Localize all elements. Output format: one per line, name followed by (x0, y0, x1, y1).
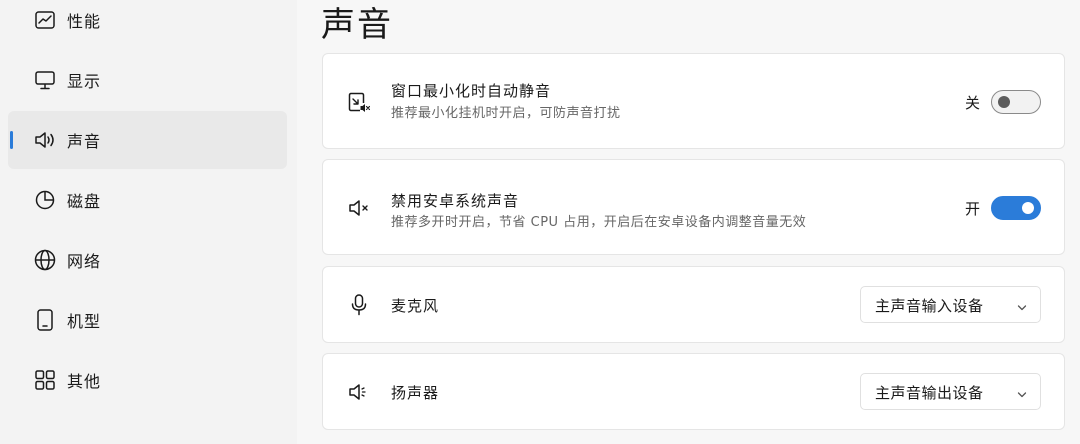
minimize-mute-description: 推荐最小化挂机时开启，可防声音打扰 (391, 106, 621, 121)
chevron-down-icon (1016, 386, 1028, 398)
sidebar-item-label: 其他 (67, 372, 102, 391)
speaker-selected-value: 主声音输出设备 (875, 384, 984, 402)
disable-android-sound-state-label: 开 (964, 200, 980, 218)
toggle-knob (998, 96, 1010, 108)
chevron-down-icon (1016, 299, 1028, 311)
speaker-icon (34, 129, 56, 151)
sidebar: 性能 显示 声音 磁盘 网络 机型 其他 (0, 0, 297, 444)
sidebar-item-label: 声音 (67, 132, 102, 151)
speaker-card: 扬声器 主声音输出设备 (322, 353, 1065, 430)
disable-android-sound-title: 禁用安卓系统声音 (391, 192, 520, 210)
pie-chart-icon (34, 189, 56, 211)
monitor-icon (34, 69, 56, 91)
microphone-icon (347, 293, 371, 317)
minimize-mute-title: 窗口最小化时自动静音 (391, 82, 552, 100)
sidebar-item-label: 显示 (67, 72, 102, 91)
sidebar-item-label: 网络 (67, 252, 102, 271)
globe-icon (34, 249, 56, 271)
minimize-mute-card: 窗口最小化时自动静音 推荐最小化挂机时开启，可防声音打扰 关 (322, 53, 1065, 149)
main-content: 声音 窗口最小化时自动静音 推荐最小化挂机时开启，可防声音打扰 关 禁用安卓系统… (297, 0, 1080, 444)
sidebar-item-label: 磁盘 (67, 192, 102, 211)
disable-android-sound-description: 推荐多开时开启，节省 CPU 占用，开启后在安卓设备内调整音量无效 (391, 215, 807, 230)
disable-android-sound-card: 禁用安卓系统声音 推荐多开时开启，节省 CPU 占用，开启后在安卓设备内调整音量… (322, 159, 1065, 255)
sidebar-item-other[interactable]: 其他 (8, 351, 287, 409)
page-title: 声音 (321, 5, 393, 45)
speaker-device-select[interactable]: 主声音输出设备 (860, 373, 1041, 410)
grid-icon (34, 369, 56, 391)
microphone-title: 麦克风 (391, 297, 440, 315)
sidebar-item-device-model[interactable]: 机型 (8, 291, 287, 349)
sidebar-item-sound[interactable]: 声音 (8, 111, 287, 169)
microphone-card: 麦克风 主声音输入设备 (322, 266, 1065, 343)
minimize-mute-icon (347, 91, 371, 115)
speaker-mute-icon (347, 196, 371, 220)
minimize-mute-toggle[interactable] (991, 90, 1041, 114)
sidebar-item-performance[interactable]: 性能 (8, 0, 287, 49)
sidebar-item-network[interactable]: 网络 (8, 231, 287, 289)
phone-icon (34, 309, 56, 331)
microphone-device-select[interactable]: 主声音输入设备 (860, 286, 1041, 323)
sidebar-item-display[interactable]: 显示 (8, 51, 287, 109)
sidebar-item-label: 机型 (67, 312, 102, 331)
disable-android-sound-toggle[interactable] (991, 196, 1041, 220)
performance-chart-icon (34, 9, 56, 31)
sidebar-item-label: 性能 (67, 12, 102, 31)
minimize-mute-state-label: 关 (964, 94, 980, 112)
active-indicator (10, 131, 13, 149)
microphone-selected-value: 主声音输入设备 (875, 297, 984, 315)
app-window: 性能 显示 声音 磁盘 网络 机型 其他 声音 窗口最小化时自动静音 推荐最小化… (0, 0, 1080, 444)
speaker-icon (347, 380, 371, 404)
speaker-title: 扬声器 (391, 384, 440, 402)
sidebar-item-disk[interactable]: 磁盘 (8, 171, 287, 229)
toggle-knob (1022, 202, 1034, 214)
